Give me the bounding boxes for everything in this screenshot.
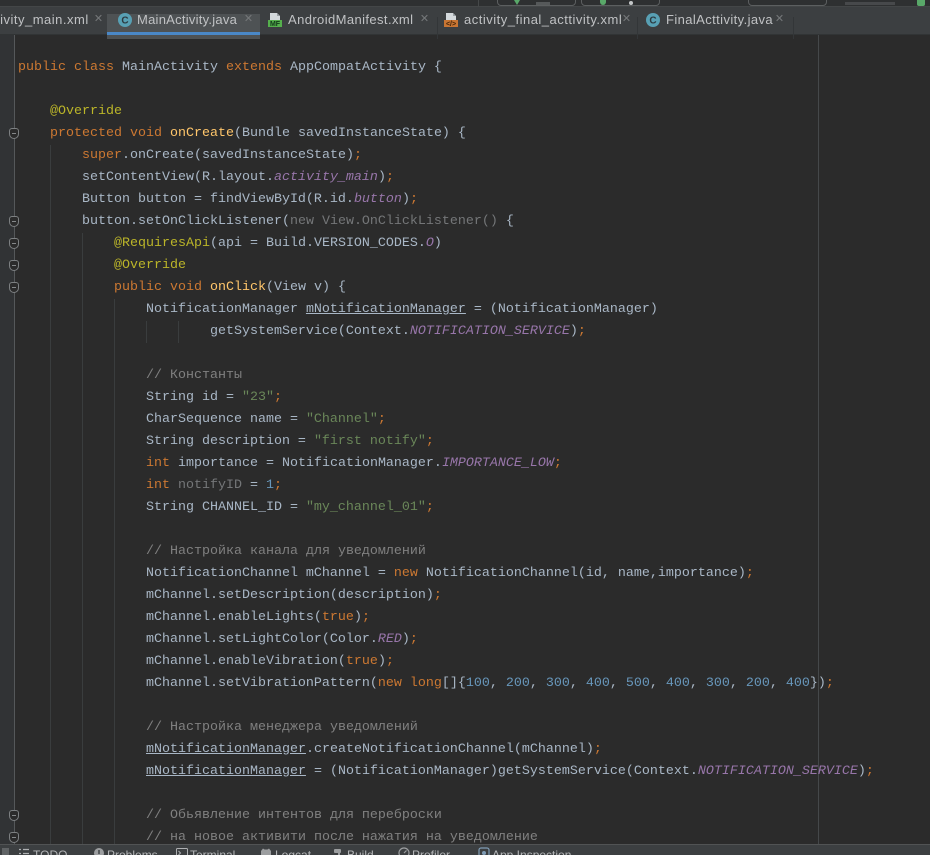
svg-text:C: C bbox=[649, 16, 656, 27]
svg-text:</>: </> bbox=[446, 21, 456, 28]
svg-text:MF: MF bbox=[270, 21, 281, 28]
svg-text:C: C bbox=[121, 16, 128, 27]
